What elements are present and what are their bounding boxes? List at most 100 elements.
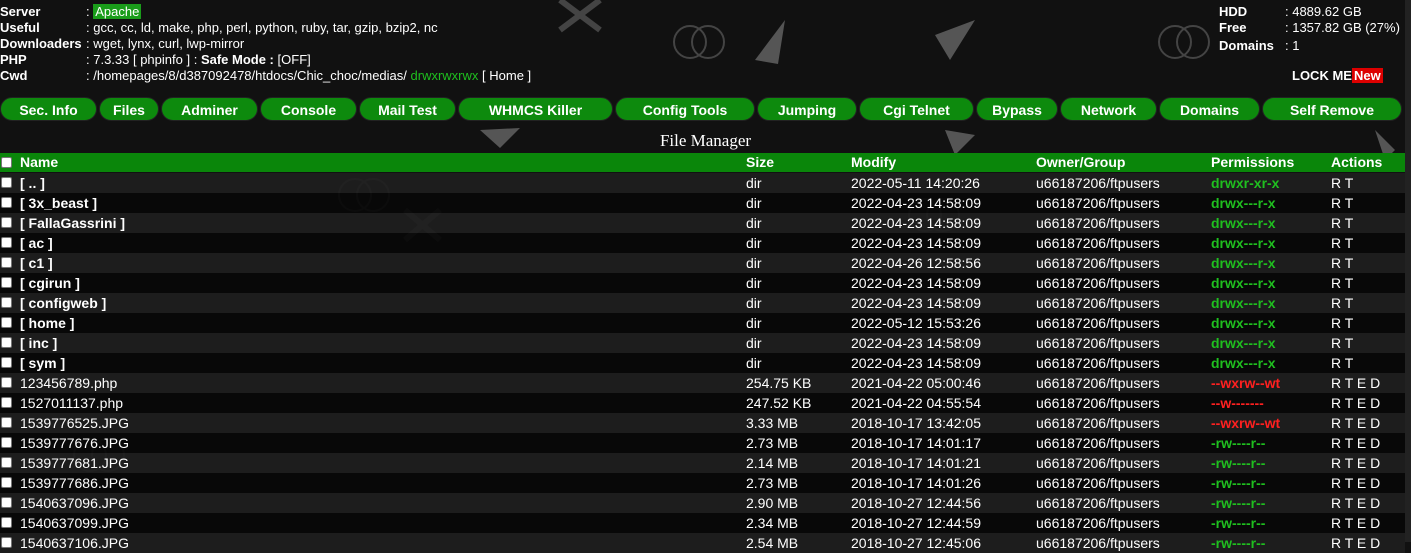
file-permission[interactable]: drwx---r-x bbox=[1211, 213, 1276, 233]
col-permissions[interactable]: Permissions bbox=[1211, 153, 1294, 172]
file-actions[interactable]: R T E D bbox=[1331, 513, 1380, 533]
file-permission[interactable]: -rw----r-- bbox=[1211, 473, 1265, 493]
row-checkbox[interactable] bbox=[1, 317, 12, 328]
row-checkbox[interactable] bbox=[1, 417, 12, 428]
file-actions[interactable]: R T E D bbox=[1331, 373, 1380, 393]
nav-self-remove[interactable]: Self Remove bbox=[1262, 97, 1402, 121]
home-link[interactable]: [ Home ] bbox=[482, 68, 531, 83]
file-name[interactable]: [ c1 ] bbox=[20, 253, 53, 273]
row-checkbox[interactable] bbox=[1, 337, 12, 348]
file-actions[interactable]: R T bbox=[1331, 273, 1353, 293]
row-checkbox[interactable] bbox=[1, 457, 12, 468]
file-actions[interactable]: R T bbox=[1331, 293, 1353, 313]
row-checkbox[interactable] bbox=[1, 497, 12, 508]
file-actions[interactable]: R T bbox=[1331, 173, 1353, 193]
col-modify[interactable]: Modify bbox=[851, 153, 896, 172]
file-permission[interactable]: -rw----r-- bbox=[1211, 493, 1265, 513]
file-permission[interactable]: --w------- bbox=[1211, 393, 1264, 413]
file-name[interactable]: [ configweb ] bbox=[20, 293, 106, 313]
nav-console[interactable]: Console bbox=[260, 97, 357, 121]
row-checkbox[interactable] bbox=[1, 517, 12, 528]
file-name[interactable]: [ cgirun ] bbox=[20, 273, 80, 293]
file-name[interactable]: 1527011137.php bbox=[20, 393, 123, 413]
file-permission[interactable]: --wxrw--wt bbox=[1211, 373, 1280, 393]
file-permission[interactable]: drwx---r-x bbox=[1211, 193, 1276, 213]
file-permission[interactable]: drwxr-xr-x bbox=[1211, 173, 1279, 193]
row-checkbox[interactable] bbox=[1, 397, 12, 408]
file-permission[interactable]: drwx---r-x bbox=[1211, 353, 1276, 373]
file-name[interactable]: 1539776525.JPG bbox=[20, 413, 129, 433]
file-permission[interactable]: -rw----r-- bbox=[1211, 433, 1265, 453]
file-actions[interactable]: R T E D bbox=[1331, 393, 1380, 413]
nav-cgi-telnet[interactable]: Cgi Telnet bbox=[859, 97, 974, 121]
row-checkbox[interactable] bbox=[1, 217, 12, 228]
row-checkbox[interactable] bbox=[1, 297, 12, 308]
nav-sec-info[interactable]: Sec. Info bbox=[0, 97, 97, 121]
file-permission[interactable]: -rw----r-- bbox=[1211, 533, 1265, 553]
nav-domains[interactable]: Domains bbox=[1159, 97, 1260, 121]
file-actions[interactable]: R T bbox=[1331, 233, 1353, 253]
lock-me-button[interactable]: LOCK ME New bbox=[1292, 68, 1383, 84]
file-name[interactable]: 1539777686.JPG bbox=[20, 473, 129, 493]
file-actions[interactable]: R T bbox=[1331, 253, 1353, 273]
nav-files[interactable]: Files bbox=[99, 97, 159, 121]
row-checkbox[interactable] bbox=[1, 537, 12, 548]
file-permission[interactable]: drwx---r-x bbox=[1211, 233, 1276, 253]
select-all-checkbox[interactable] bbox=[1, 157, 12, 168]
row-checkbox[interactable] bbox=[1, 177, 12, 188]
file-actions[interactable]: R T E D bbox=[1331, 453, 1380, 473]
file-permission[interactable]: --wxrw--wt bbox=[1211, 413, 1280, 433]
nav-bypass[interactable]: Bypass bbox=[976, 97, 1058, 121]
file-actions[interactable]: R T bbox=[1331, 313, 1353, 333]
file-actions[interactable]: R T E D bbox=[1331, 413, 1380, 433]
file-name[interactable]: 1539777676.JPG bbox=[20, 433, 129, 453]
row-checkbox[interactable] bbox=[1, 197, 12, 208]
file-permission[interactable]: drwx---r-x bbox=[1211, 273, 1276, 293]
scrollbar[interactable] bbox=[1405, 0, 1411, 542]
cwd-path[interactable]: : /homepages/8/d387092478/htdocs/Chic_ch… bbox=[86, 68, 407, 83]
file-name[interactable]: 1539777681.JPG bbox=[20, 453, 129, 473]
file-name[interactable]: [ sym ] bbox=[20, 353, 65, 373]
file-permission[interactable]: drwx---r-x bbox=[1211, 293, 1276, 313]
file-permission[interactable]: drwx---r-x bbox=[1211, 333, 1276, 353]
row-checkbox[interactable] bbox=[1, 277, 12, 288]
file-actions[interactable]: R T bbox=[1331, 213, 1353, 233]
row-checkbox[interactable] bbox=[1, 357, 12, 368]
row-checkbox[interactable] bbox=[1, 477, 12, 488]
row-checkbox[interactable] bbox=[1, 377, 12, 388]
file-actions[interactable]: R T E D bbox=[1331, 473, 1380, 493]
file-actions[interactable]: R T E D bbox=[1331, 493, 1380, 513]
file-permission[interactable]: drwx---r-x bbox=[1211, 313, 1276, 333]
col-name[interactable]: Name bbox=[20, 153, 58, 172]
file-name[interactable]: [ FallaGassrini ] bbox=[20, 213, 125, 233]
file-name[interactable]: 1540637099.JPG bbox=[20, 513, 129, 533]
nav-adminer[interactable]: Adminer bbox=[161, 97, 258, 121]
row-checkbox[interactable] bbox=[1, 437, 12, 448]
file-name[interactable]: 123456789.php bbox=[20, 373, 117, 393]
nav-config-tools[interactable]: Config Tools bbox=[615, 97, 755, 121]
file-permission[interactable]: -rw----r-- bbox=[1211, 513, 1265, 533]
file-name[interactable]: [ home ] bbox=[20, 313, 74, 333]
nav-whmcs-killer[interactable]: WHMCS Killer bbox=[458, 97, 613, 121]
file-actions[interactable]: R T bbox=[1331, 193, 1353, 213]
file-actions[interactable]: R T bbox=[1331, 333, 1353, 353]
php-value[interactable]: : 7.3.33 [ phpinfo ] : bbox=[86, 52, 197, 67]
file-actions[interactable]: R T bbox=[1331, 353, 1353, 373]
file-name[interactable]: 1540637106.JPG bbox=[20, 533, 129, 553]
file-actions[interactable]: R T E D bbox=[1331, 433, 1380, 453]
nav-jumping[interactable]: Jumping bbox=[757, 97, 857, 121]
file-name[interactable]: [ inc ] bbox=[20, 333, 57, 353]
file-permission[interactable]: -rw----r-- bbox=[1211, 453, 1265, 473]
col-size[interactable]: Size bbox=[746, 153, 774, 172]
col-owner[interactable]: Owner/Group bbox=[1036, 153, 1125, 172]
file-name[interactable]: [ .. ] bbox=[20, 173, 45, 193]
row-checkbox[interactable] bbox=[1, 237, 12, 248]
file-permission[interactable]: drwx---r-x bbox=[1211, 253, 1276, 273]
file-name[interactable]: 1540637096.JPG bbox=[20, 493, 129, 513]
file-name[interactable]: [ 3x_beast ] bbox=[20, 193, 97, 213]
file-actions[interactable]: R T E D bbox=[1331, 533, 1380, 553]
nav-mail-test[interactable]: Mail Test bbox=[359, 97, 456, 121]
file-name[interactable]: [ ac ] bbox=[20, 233, 53, 253]
nav-network[interactable]: Network bbox=[1060, 97, 1157, 121]
row-checkbox[interactable] bbox=[1, 257, 12, 268]
